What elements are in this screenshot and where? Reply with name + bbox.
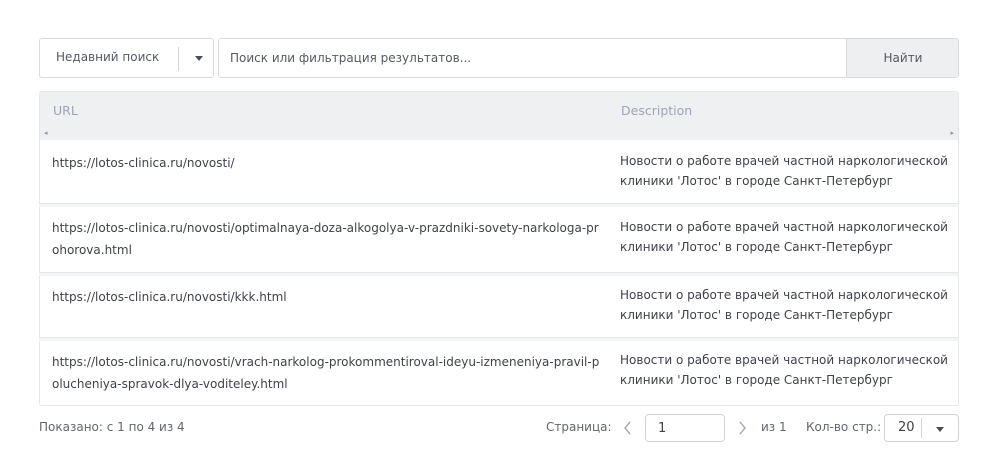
scroll-left-icon[interactable]: ◂ <box>44 129 48 137</box>
search-bar: Найти <box>218 38 959 78</box>
description-cell: Новости о работе врачей частной нарколог… <box>620 220 948 254</box>
results-table: URL Description ◂ ▸ https://lotos-clinic… <box>39 91 959 406</box>
total-pages: из 1 <box>761 420 787 434</box>
table-row[interactable]: https://lotos-clinica.ru/novosti/vrach-n… <box>39 341 959 406</box>
table-row[interactable]: https://lotos-clinica.ru/novosti/optimal… <box>39 207 959 273</box>
url-cell: https://lotos-clinica.ru/novosti/ <box>52 156 235 170</box>
caret-down-icon[interactable] <box>192 51 206 65</box>
divider <box>921 418 922 438</box>
per-page-label: Кол-во стр.: <box>806 420 882 434</box>
table-row[interactable]: https://lotos-clinica.ru/novosti/ Новост… <box>39 140 959 204</box>
description-cell: Новости о работе врачей частной нарколог… <box>620 353 948 387</box>
chevron-right-icon[interactable] <box>735 419 749 437</box>
column-header-description[interactable]: Description <box>621 103 692 118</box>
results-count: Показано: с 1 по 4 из 4 <box>39 420 185 434</box>
url-cell: https://lotos-clinica.ru/novosti/optimal… <box>52 221 599 257</box>
url-cell: https://lotos-clinica.ru/novosti/kkk.htm… <box>52 290 287 304</box>
description-cell: Новости о работе врачей частной нарколог… <box>620 288 948 322</box>
page-label: Страница: <box>546 420 612 434</box>
table-row[interactable]: https://lotos-clinica.ru/novosti/kkk.htm… <box>39 276 959 338</box>
url-cell: https://lotos-clinica.ru/novosti/vrach-n… <box>52 355 600 391</box>
scroll-right-icon[interactable]: ▸ <box>950 129 954 137</box>
per-page-value: 20 <box>898 420 915 435</box>
caret-down-icon[interactable] <box>933 422 947 436</box>
divider <box>178 47 179 71</box>
table-header: URL Description ◂ ▸ <box>39 91 959 140</box>
per-page-select[interactable]: 20 <box>884 414 959 442</box>
column-header-url[interactable]: URL <box>53 103 78 118</box>
recent-search-label: Недавний поиск <box>56 50 160 64</box>
chevron-left-icon[interactable] <box>621 419 635 437</box>
description-cell: Новости о работе врачей частной нарколог… <box>620 154 948 188</box>
search-input[interactable] <box>219 39 846 77</box>
search-button[interactable]: Найти <box>846 39 958 77</box>
recent-search-dropdown[interactable]: Недавний поиск <box>39 38 214 78</box>
page-number-input[interactable] <box>645 414 725 442</box>
